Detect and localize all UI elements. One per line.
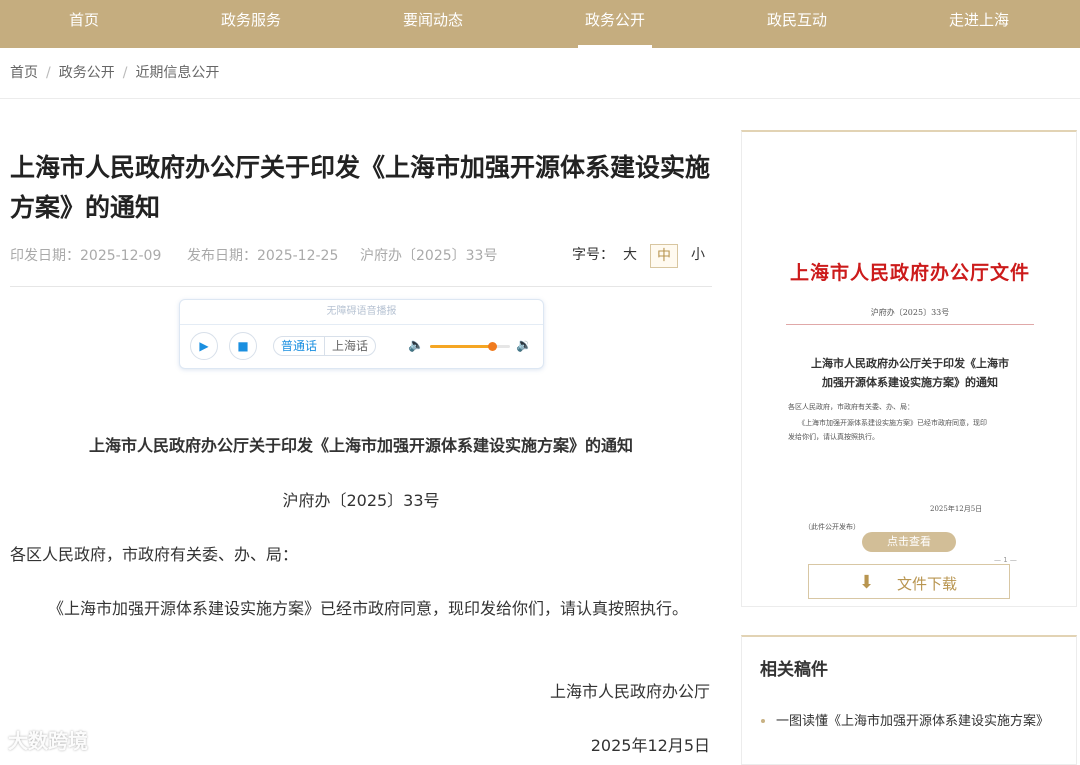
font-size-small-button[interactable]: 小 (684, 244, 712, 268)
preview-body-line1: 《上海市加强开源体系建设实施方案》已经市政府同意，现印 (798, 419, 987, 427)
nav-item-services[interactable]: 政务服务 (206, 0, 296, 48)
top-navigation: 首页 政务服务 要闻动态 政务公开 政民互动 走进上海 (0, 0, 1080, 48)
breadcrumb: 首页 / 政务公开 / 近期信息公开 (10, 62, 219, 82)
document-preview-panel: 上海市人民政府办公厅文件 沪府办〔2025〕33号 上海市人民政府办公厅关于印发… (741, 130, 1077, 607)
stop-button[interactable]: ■ (229, 332, 257, 360)
preview-note: （此件公开发布） (804, 523, 860, 531)
play-button[interactable]: ▶ (190, 332, 218, 360)
file-download-label: 文件下载 (897, 575, 958, 593)
preview-page-number: — 1 — (994, 556, 1017, 564)
meta-divider (10, 286, 712, 287)
related-heading: 相关稿件 (760, 660, 828, 680)
dialect-mandarin[interactable]: 普通话 (274, 337, 324, 355)
related-articles: 相关稿件 一图读懂《上海市加强开源体系建设实施方案》 (741, 635, 1077, 765)
breadcrumb-recent[interactable]: 近期信息公开 (135, 65, 219, 81)
preview-addressee: 各区人民政府，市政府有关委、办、局： (788, 403, 914, 411)
document-number: 沪府办〔2025〕33号 (360, 248, 498, 264)
content-signature: 上海市人民政府办公厅 (549, 682, 710, 701)
preview-date: 2025年12月5日 (930, 505, 983, 513)
preview-title-line1: 上海市人民政府办公厅关于印发《上海市 (811, 357, 1009, 370)
breadcrumb-openness[interactable]: 政务公开 (59, 65, 115, 81)
breadcrumb-divider (0, 98, 1080, 99)
content-body: 《上海市加强开源体系建设实施方案》已经市政府同意，现印发给你们，请认真按照执行。 (48, 599, 689, 618)
stop-icon: ■ (237, 339, 249, 353)
content-date: 2025年12月5日 (590, 736, 710, 755)
issue-date: 印发日期：2025-12-09 (10, 248, 162, 264)
breadcrumb-home[interactable]: 首页 (10, 65, 38, 81)
volume-fill (430, 345, 493, 348)
preview-document-number: 沪府办〔2025〕33号 (870, 308, 950, 317)
nav-item-openness[interactable]: 政务公开 (570, 0, 660, 48)
content-addressee: 各区人民政府，市政府有关委、办、局： (10, 545, 299, 564)
publish-date: 发布日期：2025-12-25 (187, 248, 339, 264)
nav-item-news[interactable]: 要闻动态 (388, 0, 478, 48)
preview-title-line2: 加强开源体系建设实施方案》的通知 (822, 376, 998, 389)
download-icon: ⬇ (859, 572, 875, 593)
dialect-shanghainese[interactable]: 上海话 (324, 337, 375, 355)
file-download-button[interactable]: ⬇ 文件下载 (808, 564, 1010, 599)
preview-header: 上海市人民政府办公厅文件 (789, 262, 1030, 284)
document-preview: 上海市人民政府办公厅文件 沪府办〔2025〕33号 上海市人民政府办公厅关于印发… (756, 146, 1064, 586)
font-size-label: 字号： (572, 247, 614, 263)
page-title: 上海市人民政府办公厅关于印发《上海市加强开源体系建设实施方案》的通知 (10, 153, 711, 222)
volume-high-icon[interactable]: 🔉 (516, 338, 532, 353)
content-heading: 上海市人民政府办公厅关于印发《上海市加强开源体系建设实施方案》的通知 (88, 436, 633, 455)
volume-knob[interactable] (488, 342, 498, 351)
breadcrumb-separator: / (122, 65, 128, 81)
font-size-large-button[interactable]: 大 (616, 244, 644, 268)
audio-player-title: 无障碍语音播报 (180, 300, 543, 325)
play-icon: ▶ (199, 339, 209, 353)
preview-red-line (786, 324, 1034, 325)
font-size-medium-button[interactable]: 中 (650, 244, 678, 268)
nav-item-interaction[interactable]: 政民互动 (752, 0, 842, 48)
bullet-icon (761, 719, 765, 723)
nav-item-home[interactable]: 首页 (44, 0, 124, 48)
preview-body-line2: 发给你们，请认真按照执行。 (788, 433, 879, 441)
volume-slider[interactable] (430, 342, 510, 351)
preview-title: 上海市人民政府办公厅关于印发《上海市 加强开源体系建设实施方案》的通知 (796, 354, 1024, 392)
audio-player: 无障碍语音播报 ▶ ■ 普通话 上海话 🔈 🔉 (179, 299, 544, 369)
dialect-switch: 普通话 上海话 (273, 336, 377, 356)
volume-low-icon[interactable]: 🔈 (408, 338, 424, 353)
watermark: 大数跨境 (8, 729, 88, 753)
breadcrumb-separator: / (46, 65, 51, 81)
related-item[interactable]: 一图读懂《上海市加强开源体系建设实施方案》 (776, 710, 1049, 729)
nav-item-shanghai[interactable]: 走进上海 (934, 0, 1024, 48)
view-button[interactable]: 点击查看 (862, 532, 956, 552)
content-document-number: 沪府办〔2025〕33号 (282, 491, 440, 510)
